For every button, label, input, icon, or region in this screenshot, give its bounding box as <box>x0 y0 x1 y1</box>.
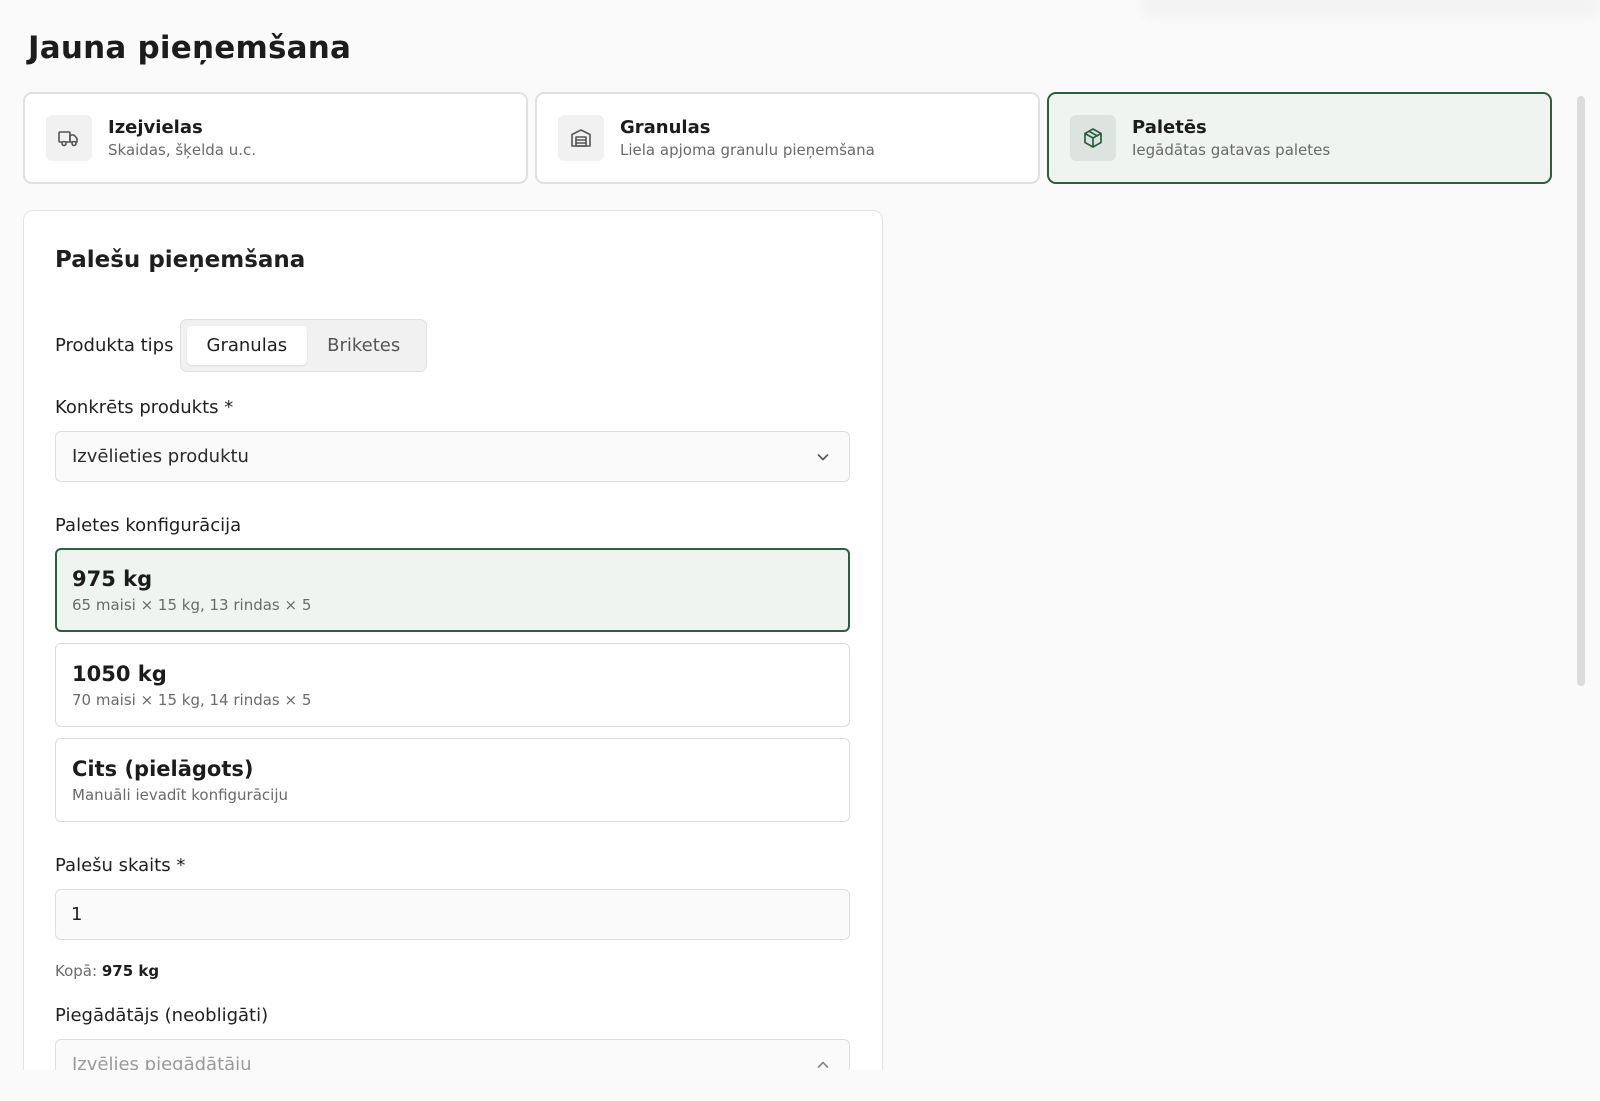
product-type-toggle: Granulas Briketes <box>179 319 428 372</box>
chevron-down-icon <box>813 447 833 467</box>
config-weight: 1050 kg <box>72 662 167 686</box>
product-type-label: Produkta tips <box>55 335 174 356</box>
total-value: 975 kg <box>101 962 160 980</box>
top-shadow <box>1140 0 1600 18</box>
product-select[interactable]: Izvēlieties produktu <box>55 431 850 482</box>
type-card-subtitle: Iegādātas gatavas paletes <box>1132 141 1331 159</box>
product-type-row: Produkta tips Granulas Briketes <box>55 319 428 372</box>
type-card-raw-materials[interactable]: Izejvielas Skaidas, šķelda u.c. <box>23 92 528 184</box>
form-title: Palešu pieņemšana <box>55 247 306 273</box>
type-card-title: Paletēs <box>1132 117 1207 138</box>
pallet-count-label: Palešu skaits * <box>55 855 186 876</box>
pallet-config-label: Paletes konfigurācija <box>55 515 242 536</box>
type-card-title: Izejvielas <box>108 117 203 138</box>
page-scrollbar[interactable] <box>1577 96 1585 686</box>
supplier-label: Piegādātājs (neobligāti) <box>55 1005 269 1026</box>
type-card-subtitle: Liela apjoma granulu pieņemšana <box>620 141 875 159</box>
config-description: 70 maisi × 15 kg, 14 rindas × 5 <box>72 691 312 709</box>
total-label: Kopā: <box>55 962 98 980</box>
total-weight: Kopā: 975 kg <box>55 962 159 980</box>
product-select-value: Izvēlieties produktu <box>72 446 249 467</box>
type-card-pallets[interactable]: Paletēs Iegādātas gatavas paletes <box>1047 92 1552 184</box>
intake-type-selector: Izejvielas Skaidas, šķelda u.c. Granulas… <box>23 92 1575 184</box>
pallet-intake-form: Palešu pieņemšana Produkta tips Granulas… <box>23 210 883 1101</box>
pallet-config-option-975[interactable]: 975 kg 65 maisi × 15 kg, 13 rindas × 5 <box>55 548 850 632</box>
config-description: Manuāli ievadīt konfigurāciju <box>72 786 289 804</box>
config-weight: Cits (pielāgots) <box>72 757 254 781</box>
config-weight: 975 kg <box>72 567 153 591</box>
product-type-briquettes-button[interactable]: Briketes <box>307 326 420 365</box>
product-type-granules-button[interactable]: Granulas <box>186 326 308 365</box>
pallet-config-option-custom[interactable]: Cits (pielāgots) Manuāli ievadīt konfigu… <box>55 738 850 822</box>
config-description: 65 maisi × 15 kg, 13 rindas × 5 <box>72 596 312 614</box>
type-card-granules[interactable]: Granulas Liela apjoma granulu pieņemšana <box>535 92 1040 184</box>
pallet-count-input[interactable] <box>55 889 850 940</box>
viewport-bottom-edge <box>0 1070 1600 1101</box>
page-title: Jauna pieņemšana <box>28 30 352 66</box>
pallet-config-option-1050[interactable]: 1050 kg 70 maisi × 15 kg, 14 rindas × 5 <box>55 643 850 727</box>
type-card-title: Granulas <box>620 117 711 138</box>
package-icon <box>1070 115 1116 161</box>
type-card-subtitle: Skaidas, šķelda u.c. <box>108 141 257 159</box>
app-window: Jauna pieņemšana Izejvielas Skaidas, šķe… <box>0 0 1600 1101</box>
warehouse-icon <box>558 115 604 161</box>
product-label: Konkrēts produkts * <box>55 397 234 418</box>
truck-icon <box>46 115 92 161</box>
